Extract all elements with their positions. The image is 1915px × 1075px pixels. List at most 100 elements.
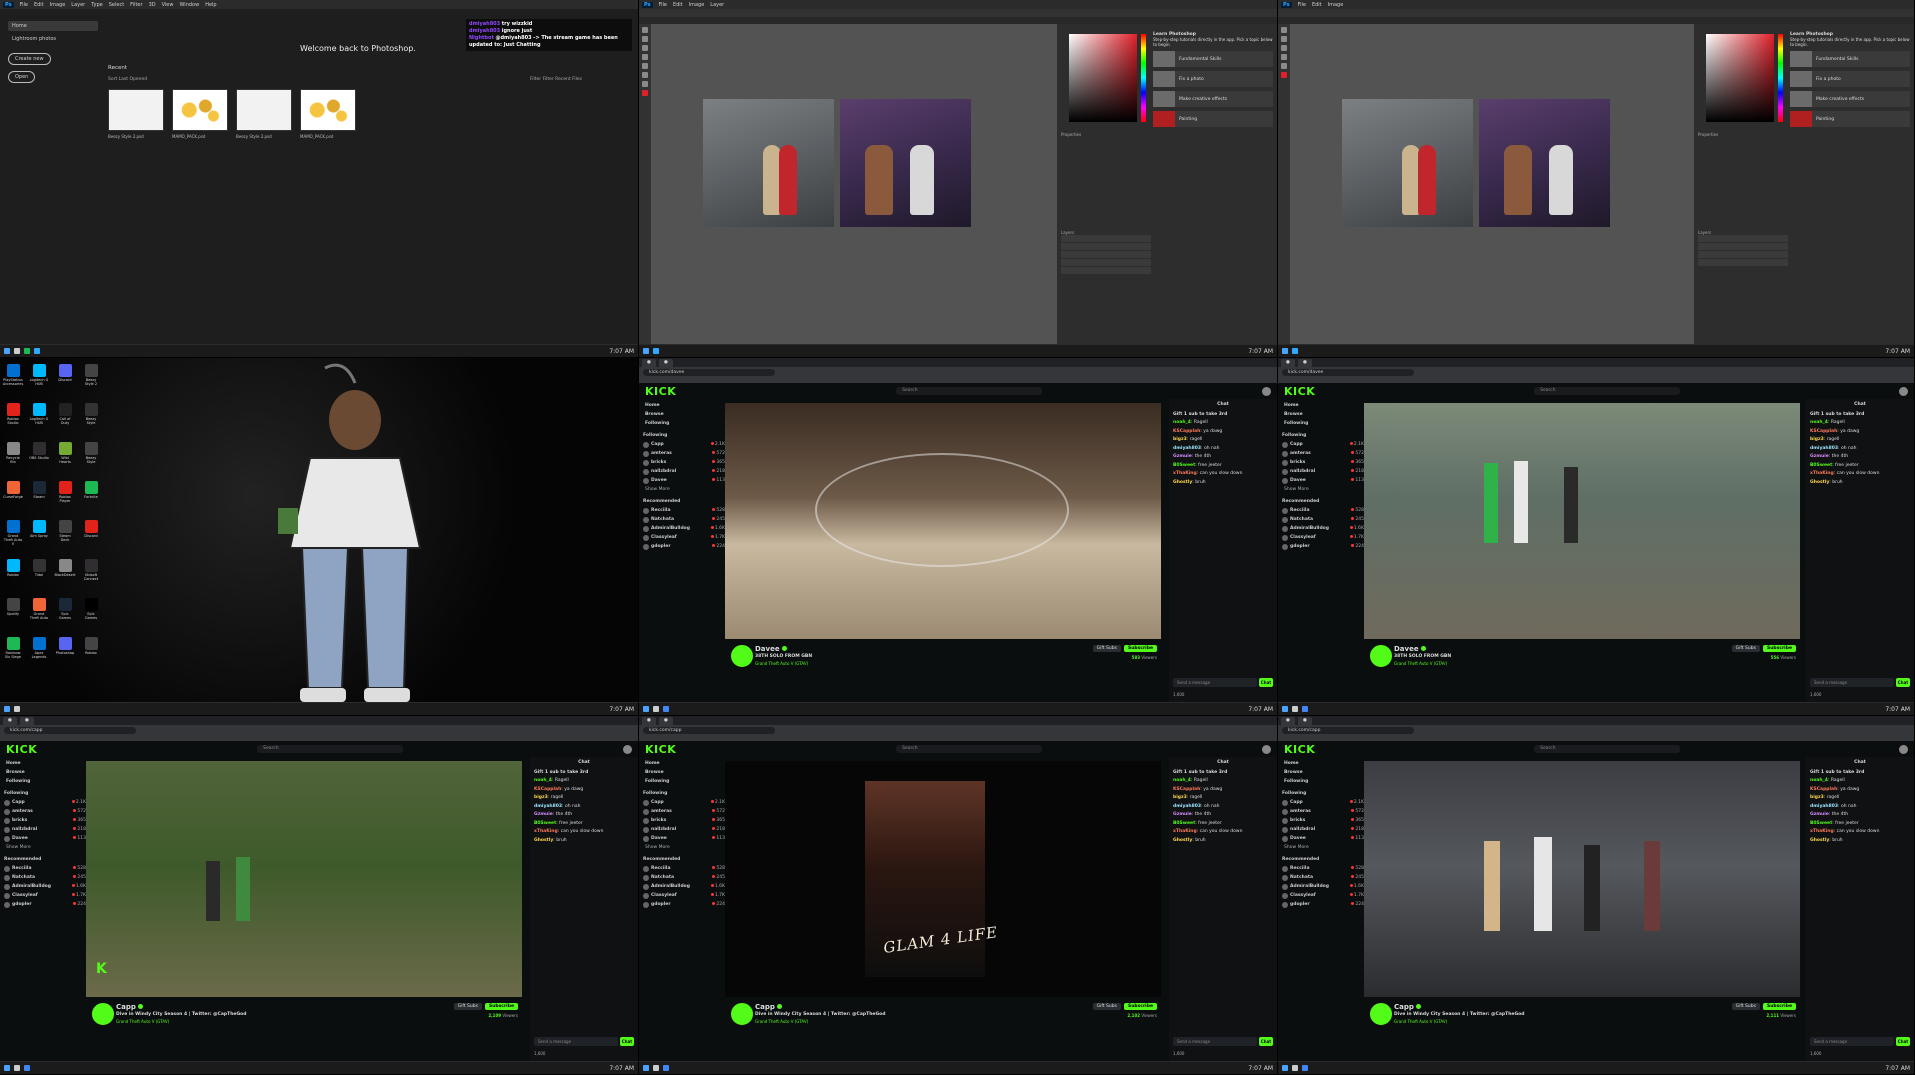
chat-username[interactable]: B0Sweet <box>1810 821 1832 826</box>
foreground-color-swatch[interactable] <box>1281 72 1287 78</box>
subscribe-button[interactable]: Subscribe <box>1123 1003 1157 1010</box>
windows-start-icon[interactable] <box>4 1065 10 1071</box>
stream-category[interactable]: Grand Theft Auto V (GTAV) <box>1394 1019 1447 1024</box>
marquee-tool-icon[interactable] <box>1281 36 1287 42</box>
chat-username[interactable]: xThaKing <box>534 829 558 834</box>
channel-item[interactable]: Davee 113 <box>4 834 86 843</box>
channel-item[interactable]: amteras 572 <box>643 449 725 458</box>
color-picker[interactable] <box>1706 34 1774 122</box>
desktop-shortcut[interactable]: Roblox Studio <box>3 403 23 436</box>
nav-browse[interactable]: Browse <box>4 768 86 777</box>
chat-username[interactable]: Ghostly <box>1173 838 1192 843</box>
windows-start-icon[interactable] <box>4 706 10 712</box>
desktop-shortcut[interactable]: Logitech G HUB <box>29 364 49 397</box>
ps-sort[interactable]: Sort Last Opened <box>108 77 147 82</box>
channel-item[interactable]: Davee 113 <box>1282 834 1364 843</box>
channel-item[interactable]: Natchata 245 <box>1282 515 1364 524</box>
desktop-shortcut[interactable]: Beezy Style 2 <box>81 364 101 397</box>
browser-tab[interactable]: ● <box>19 716 34 725</box>
desktop-shortcut[interactable]: Spotify <box>3 598 23 631</box>
chat-username[interactable]: noah_4 <box>1173 778 1191 783</box>
channel-item[interactable]: gdopler 224 <box>1282 542 1364 551</box>
kick-logo[interactable]: KICK <box>645 385 676 398</box>
search-input[interactable]: Search <box>896 387 1043 395</box>
ps-menu-item[interactable]: File <box>659 2 667 8</box>
brush-tool-icon[interactable] <box>642 63 648 69</box>
chat-username[interactable]: Ghostly <box>1173 480 1192 485</box>
layer-row[interactable] <box>1698 259 1788 266</box>
channel-item[interactable]: gdopler 224 <box>643 900 725 909</box>
chrome-icon[interactable] <box>24 1065 30 1071</box>
desktop-shortcut[interactable]: Aim Spray <box>29 520 49 553</box>
photoshop-icon[interactable] <box>34 348 40 354</box>
layer-row[interactable] <box>1698 243 1788 250</box>
chat-username[interactable]: KSCapplah <box>1173 429 1200 434</box>
windows-start-icon[interactable] <box>643 348 649 354</box>
avatar[interactable] <box>1899 744 1908 754</box>
browser-tab[interactable]: ● <box>1281 358 1295 367</box>
chrome-icon[interactable] <box>1302 1065 1308 1071</box>
channel-item[interactable]: Davee 113 <box>643 834 725 843</box>
chat-username[interactable]: dmiyah803 <box>1173 804 1201 809</box>
channel-item[interactable]: Classyleaf 1.7K <box>643 891 725 900</box>
create-new-button[interactable]: Create new <box>8 53 51 65</box>
chat-username[interactable]: KSCapplah <box>1810 429 1837 434</box>
ps-doc-tabs[interactable] <box>1278 17 1914 24</box>
channel-item[interactable]: Davee 113 <box>643 476 725 485</box>
ps-recent-file[interactable]: Beezy Style 2.psd <box>108 89 164 139</box>
channel-item[interactable]: Capp 2.1K <box>643 440 725 449</box>
channel-item[interactable]: AdmiralBulldog 1.6K <box>1282 882 1364 891</box>
layer-row[interactable] <box>1698 235 1788 242</box>
channel-item[interactable]: Natchata 245 <box>4 873 86 882</box>
windows-start-icon[interactable] <box>4 348 10 354</box>
show-more-link[interactable]: Show More <box>1282 843 1364 852</box>
browser-tab[interactable]: ● <box>642 358 656 367</box>
chat-username[interactable]: xThaKing <box>1810 829 1834 834</box>
channel-item[interactable]: gdopler 224 <box>643 542 725 551</box>
windows-start-icon[interactable] <box>643 1065 649 1071</box>
stream-category[interactable]: Grand Theft Auto V (GTAV) <box>755 1019 808 1024</box>
video-player[interactable]: K <box>86 761 522 997</box>
streamer-name[interactable]: Capp <box>1394 1003 1421 1011</box>
layer-row[interactable] <box>1061 267 1151 274</box>
search-icon[interactable] <box>653 1065 659 1071</box>
kick-logo[interactable]: KICK <box>645 743 676 756</box>
chat-username[interactable]: dmiyah803 <box>534 804 562 809</box>
desktop-shortcut[interactable]: Beezy Style <box>81 403 101 436</box>
desktop-shortcut[interactable]: Beezy Style <box>81 442 101 475</box>
channel-item[interactable]: nallzbdral 218 <box>1282 825 1364 834</box>
layer-row[interactable] <box>1061 243 1151 250</box>
subscribe-button[interactable]: Subscribe <box>1762 645 1796 652</box>
nav-following[interactable]: Following <box>643 419 725 428</box>
eraser-tool-icon[interactable] <box>642 72 648 78</box>
kick-logo[interactable]: KICK <box>6 743 37 756</box>
chat-send-button[interactable]: Chat <box>1259 678 1273 687</box>
chat-username[interactable]: xThaKing <box>1173 829 1197 834</box>
subscribe-button[interactable]: Subscribe <box>1762 1003 1796 1010</box>
ps-menu-item[interactable]: Edit <box>1312 2 1322 8</box>
crop-tool-icon[interactable] <box>642 54 648 60</box>
channel-item[interactable]: nallzbdral 218 <box>4 825 86 834</box>
ps-menu-item[interactable]: 3D <box>149 2 156 8</box>
url-field[interactable]: kick.com/capp <box>643 726 775 734</box>
ps-menu-item[interactable]: Type <box>91 2 102 8</box>
marquee-tool-icon[interactable] <box>642 36 648 42</box>
channel-item[interactable]: AdmiralBulldog 1.6K <box>1282 524 1364 533</box>
chat-input[interactable]: Send a message <box>1173 678 1257 687</box>
streamer-name[interactable]: Capp <box>116 1003 143 1011</box>
browser-tab[interactable]: ● <box>1297 358 1312 367</box>
chat-username[interactable]: Ghostly <box>1810 838 1829 843</box>
stream-category[interactable]: Grand Theft Auto V (GTAV) <box>116 1019 169 1024</box>
chat-username[interactable]: bigz3 <box>1810 795 1824 800</box>
channel-item[interactable]: Natchata 245 <box>643 873 725 882</box>
channel-item[interactable]: Capp 2.1K <box>643 798 725 807</box>
streamer-avatar[interactable] <box>1370 1003 1392 1025</box>
channel-item[interactable]: amteras 572 <box>1282 807 1364 816</box>
spotify-icon[interactable] <box>24 348 30 354</box>
ps-recent-file[interactable]: MAMO_PACK.psd <box>172 89 228 139</box>
ps-menu-item[interactable]: Help <box>205 2 216 8</box>
ps-recent-file[interactable]: Beezy Style 2.psd <box>236 89 292 139</box>
chat-username[interactable]: xThaKing <box>1810 471 1834 476</box>
desktop-shortcut[interactable]: Tidal <box>29 559 49 592</box>
nav-browse[interactable]: Browse <box>1282 768 1364 777</box>
